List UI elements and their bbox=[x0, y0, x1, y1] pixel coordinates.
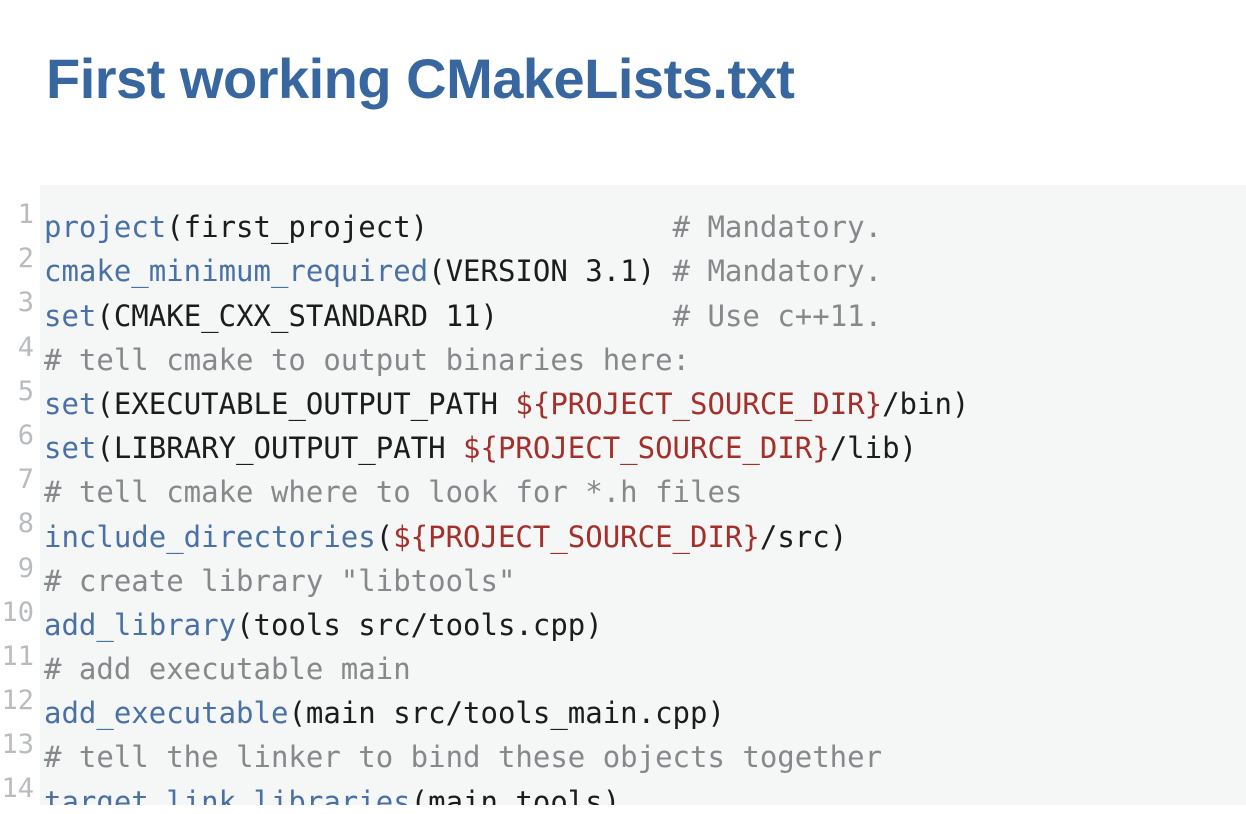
line-number: 11 bbox=[1, 640, 34, 672]
code-line: 6 set(LIBRARY_OUTPUT_PATH ${PROJECT_SOURC… bbox=[0, 414, 1246, 465]
code-block: 1 project(first_project) # Mandatory. 2 cma… bbox=[0, 185, 1246, 805]
code-line-text: target_link_libraries(main tools) bbox=[34, 780, 620, 805]
slide: First working CMakeLists.txt 1 project(fi… bbox=[0, 0, 1246, 814]
line-number: 8 bbox=[17, 508, 34, 540]
code-token-comment: # Use c++11. bbox=[672, 298, 883, 333]
code-line: 3 set(CMAKE_CXX_STANDARD 11) # Use c++11. bbox=[0, 281, 1246, 332]
code-token-plain: /lib) bbox=[829, 431, 918, 466]
code-line: 13 # tell the linker to bind these object… bbox=[0, 723, 1246, 774]
line-number: 13 bbox=[1, 729, 34, 761]
line-number: 6 bbox=[17, 419, 34, 451]
line-number: 2 bbox=[17, 243, 34, 275]
code-line: 4 # tell cmake to output binaries here: bbox=[0, 326, 1246, 377]
code-token-function: target_link_libraries bbox=[44, 784, 411, 805]
line-number: 7 bbox=[17, 464, 34, 496]
line-number: 9 bbox=[17, 552, 34, 584]
line-number: 12 bbox=[1, 685, 34, 717]
line-number: 5 bbox=[17, 375, 34, 407]
code-line: 2 cmake_minimum_required(VERSION 3.1) # M… bbox=[0, 237, 1246, 288]
code-line: 1 project(first_project) # Mandatory. bbox=[0, 193, 1246, 244]
code-line: 12 add_executable(main src/tools_main.cpp… bbox=[0, 679, 1246, 730]
line-number: 1 bbox=[17, 199, 34, 230]
line-number: 3 bbox=[17, 287, 34, 319]
code-token-plain: (main tools) bbox=[410, 784, 621, 805]
line-number: 14 bbox=[1, 773, 34, 805]
line-number: 4 bbox=[17, 331, 34, 363]
code-line: 7 # tell cmake where to look for *.h file… bbox=[0, 458, 1246, 509]
code-line: 10 add_library(tools src/tools.cpp) bbox=[0, 591, 1246, 642]
code-line: 5 set(EXECUTABLE_OUTPUT_PATH ${PROJECT_SO… bbox=[0, 370, 1246, 421]
line-number: 10 bbox=[1, 596, 34, 628]
code-token-plain: /src) bbox=[759, 519, 848, 554]
code-line-list: 1 project(first_project) # Mandatory. 2 cma… bbox=[0, 185, 1246, 805]
code-line: 11 # add executable main bbox=[0, 635, 1246, 686]
page-title: First working CMakeLists.txt bbox=[46, 46, 795, 110]
code-line: 8 include_directories(${PROJECT_SOURCE_DI… bbox=[0, 502, 1246, 553]
